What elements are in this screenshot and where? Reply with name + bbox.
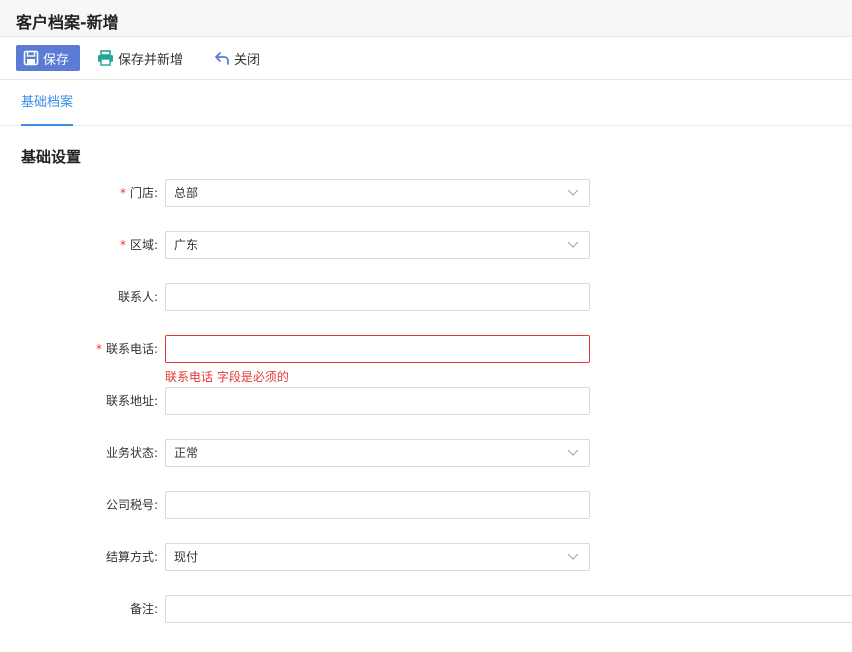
contact-input[interactable] — [165, 283, 590, 311]
form-row-remarks: 备注: — [0, 595, 852, 623]
tab-bar: 基础档案 — [0, 80, 852, 126]
business-status-value: 正常 — [174, 446, 199, 460]
chevron-down-icon — [567, 553, 579, 560]
save-and-new-button[interactable]: 保存并新增 — [97, 45, 183, 71]
form-row-address: 联系地址: — [0, 387, 852, 415]
tax-id-input[interactable] — [165, 491, 590, 519]
form-row-phone: * 联系电话: — [0, 335, 852, 363]
tax-id-label: 公司税号: — [105, 498, 158, 512]
form-row-contact: 联系人: — [0, 283, 852, 311]
settlement-select-value: 现付 — [174, 550, 199, 564]
business-status-select[interactable]: 正常 — [165, 439, 590, 467]
address-input[interactable] — [165, 387, 590, 415]
form-row-settlement: 结算方式: 现付 — [0, 543, 852, 571]
close-label: 关闭 — [234, 52, 261, 68]
store-label: * 门店: — [119, 186, 158, 200]
contact-label: 联系人: — [117, 290, 158, 304]
required-mark: * — [119, 186, 126, 200]
form-row-tax-id: 公司税号: — [0, 491, 852, 519]
save-button[interactable]: 保存 — [16, 45, 80, 71]
form-row-region: * 区域: 广东 — [0, 231, 852, 259]
toolbar: 保存 保存并新增 关闭 — [0, 37, 852, 80]
settlement-label: 结算方式: — [105, 550, 158, 564]
remarks-input[interactable] — [165, 595, 852, 623]
required-mark: * — [95, 342, 102, 356]
tab-basic-profile[interactable]: 基础档案 — [21, 80, 74, 126]
address-label: 联系地址: — [105, 394, 158, 408]
save-and-new-label: 保存并新增 — [118, 52, 184, 68]
close-button[interactable]: 关闭 — [214, 45, 260, 71]
page-title: 客户档案-新增 — [16, 13, 119, 32]
title-bar: 客户档案-新增 — [0, 0, 852, 37]
region-select[interactable]: 广东 — [165, 231, 590, 259]
save-label: 保存 — [43, 52, 70, 68]
printer-icon — [97, 50, 114, 66]
store-select-value: 总部 — [174, 186, 199, 200]
phone-input[interactable] — [165, 335, 590, 363]
settlement-select[interactable]: 现付 — [165, 543, 590, 571]
section-title: 基础设置 — [21, 148, 82, 166]
region-label: * 区域: — [119, 238, 158, 252]
form-row-store: * 门店: 总部 — [0, 179, 852, 207]
phone-error-message: 联系电话 字段是必须的 — [165, 370, 289, 384]
required-mark: * — [119, 238, 126, 252]
region-select-value: 广东 — [174, 238, 199, 252]
chevron-down-icon — [567, 189, 579, 196]
remarks-label: 备注: — [129, 602, 158, 616]
undo-arrow-icon — [214, 51, 230, 65]
form-row-business-status: 业务状态: 正常 — [0, 439, 852, 467]
business-status-label: 业务状态: — [105, 446, 158, 460]
floppy-disk-icon — [23, 50, 39, 66]
store-select[interactable]: 总部 — [165, 179, 590, 207]
phone-label: * 联系电话: — [95, 342, 158, 356]
chevron-down-icon — [567, 241, 579, 248]
chevron-down-icon — [567, 449, 579, 456]
